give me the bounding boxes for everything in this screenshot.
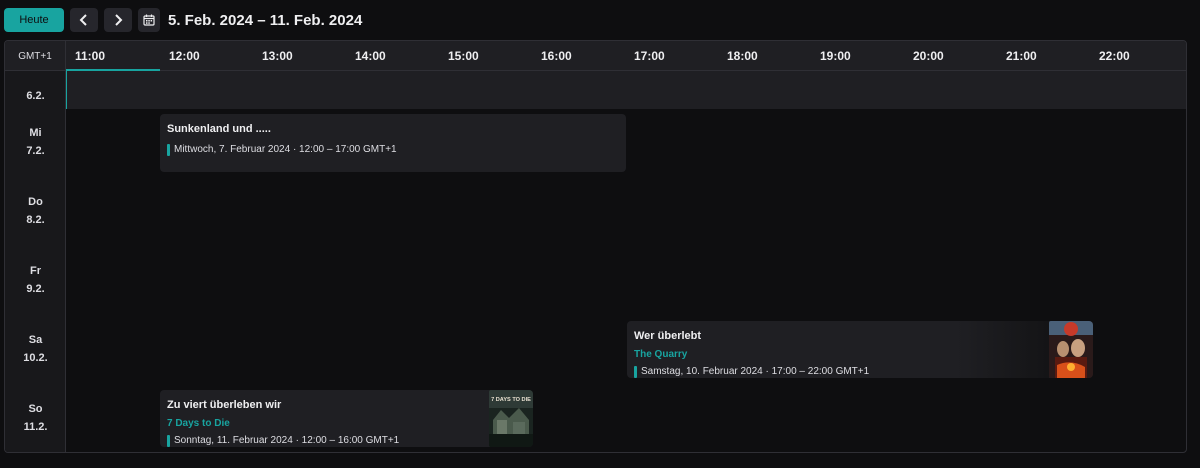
chevron-right-icon (115, 14, 123, 26)
day-date: 6.2. (26, 90, 45, 102)
hour-label: 20:00 (913, 49, 944, 63)
hour-label: 21:00 (1006, 49, 1037, 63)
day-column: 6.2. Mi 7.2. Do 8.2. Fr 9.2. Sa 10.2. So… (5, 71, 66, 452)
hour-header: GMT+1 11:00 12:00 13:00 14:00 15:00 16:0… (5, 41, 1186, 71)
the-quarry-cover-art (1049, 321, 1093, 378)
date-picker-button[interactable] (138, 8, 160, 32)
day-label: Mi 7.2. (5, 124, 66, 160)
hour-label: 13:00 (262, 49, 293, 63)
today-button[interactable]: Heute (4, 8, 64, 32)
day-date: 8.2. (26, 214, 45, 226)
schedule-app: Heute 5. Feb. 2024 – 11. Feb. 2024 GMT+1… (0, 0, 1200, 468)
calendar-toolbar: Heute 5. Feb. 2024 – 11. Feb. 2024 (4, 8, 362, 32)
day-weekday: Do (28, 196, 43, 208)
day-label: Do 8.2. (5, 193, 66, 229)
calendar-icon (143, 14, 155, 26)
date-range-title: 5. Feb. 2024 – 11. Feb. 2024 (168, 11, 363, 29)
7-days-to-die-cover-art: 7 DAYS TO DIE (489, 390, 533, 447)
chevron-left-icon (79, 14, 87, 26)
day-weekday: Fr (30, 265, 41, 277)
day-date: 11.2. (23, 421, 48, 433)
event-time-text: Sonntag, 11. Februar 2024 · 12:00 – 16:0… (174, 435, 400, 446)
the-quarry-cover[interactable] (1049, 321, 1093, 378)
event-time: Sonntag, 11. Februar 2024 · 12:00 – 16:0… (167, 435, 526, 447)
day-label: So 11.2. (5, 400, 66, 436)
day-date: 10.2. (23, 352, 48, 364)
hour-label: 16:00 (541, 49, 572, 63)
hour-label: 22:00 (1099, 49, 1130, 63)
time-accent-bar (634, 366, 637, 378)
event-time: Mittwoch, 7. Februar 2024 · 12:00 – 17:0… (167, 144, 619, 156)
stream-event[interactable]: Zu viert überleben wir 7 Days to Die Son… (160, 390, 533, 447)
hour-label: 17:00 (634, 49, 665, 63)
day-label: Sa 10.2. (5, 331, 66, 367)
week-timeline: GMT+1 11:00 12:00 13:00 14:00 15:00 16:0… (4, 40, 1187, 453)
event-time-text: Mittwoch, 7. Februar 2024 · 12:00 – 17:0… (174, 144, 397, 155)
event-game-link[interactable]: 7 Days to Die (167, 417, 526, 430)
day-date: 7.2. (26, 145, 45, 157)
current-day-row (66, 71, 1186, 109)
stream-event[interactable]: Sunkenland und ..... Mittwoch, 7. Februa… (160, 114, 626, 172)
hour-label: 14:00 (355, 49, 386, 63)
day-weekday: So (28, 403, 43, 415)
current-time-indicator (66, 71, 67, 109)
cover-logo-text: 7 DAYS TO DIE (491, 397, 531, 403)
timezone-label: GMT+1 (5, 41, 66, 71)
hour-label: 15:00 (448, 49, 479, 63)
time-accent-bar (167, 435, 170, 447)
hour-label: 11:00 (66, 41, 160, 71)
hour-label: 12:00 (169, 49, 200, 63)
day-weekday: Mi (29, 127, 42, 139)
time-accent-bar (167, 144, 170, 156)
hour-label: 19:00 (820, 49, 851, 63)
7-days-to-die-cover[interactable]: 7 DAYS TO DIE (489, 390, 533, 447)
hour-label: 18:00 (727, 49, 758, 63)
previous-week-button[interactable] (70, 8, 98, 32)
event-title: Sunkenland und ..... (167, 123, 271, 135)
cover-backdrop (957, 321, 1049, 378)
stream-event[interactable]: Wer überlebt The Quarry Samstag, 10. Feb… (627, 321, 1093, 378)
event-title: Zu viert überleben wir (167, 399, 282, 411)
day-label: 6.2. (5, 87, 66, 105)
day-date: 9.2. (26, 283, 45, 295)
day-label: Fr 9.2. (5, 262, 66, 298)
next-week-button[interactable] (104, 8, 132, 32)
event-time-text: Samstag, 10. Februar 2024 · 17:00 – 22:0… (641, 366, 870, 377)
day-weekday: Sa (28, 334, 43, 346)
